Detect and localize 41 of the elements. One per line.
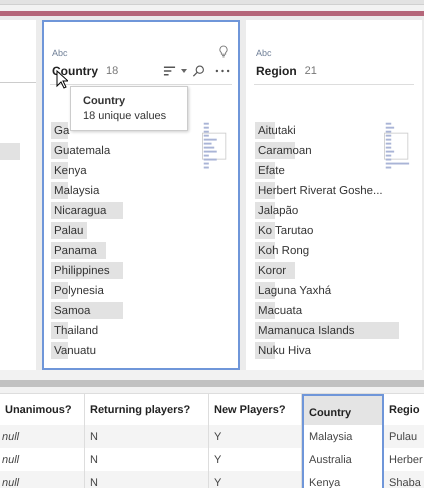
column-header[interactable]: Country (302, 394, 384, 425)
value-label[interactable]: Caramoan (255, 145, 312, 157)
value-bar (0, 143, 20, 160)
table-cell: Australia (302, 448, 384, 471)
value-label[interactable]: Macuata (255, 305, 302, 317)
field-count: 18 (106, 65, 118, 77)
value-label[interactable]: Koror (255, 265, 286, 277)
value-label[interactable]: Ko Tarutao (255, 225, 314, 237)
field-name: Country (52, 64, 98, 78)
type-label: Abc (52, 48, 68, 58)
table-cell: N (85, 471, 209, 488)
value-label[interactable]: Palau (51, 225, 84, 237)
table-cell: Shaba (384, 471, 424, 488)
value-label[interactable]: Laguna Yaxhá (255, 285, 332, 297)
tooltip-title: Country (83, 95, 126, 107)
value-label[interactable]: Nuku Hiva (255, 345, 312, 357)
more-icon[interactable] (215, 69, 230, 73)
search-icon[interactable] (192, 65, 205, 77)
value-label[interactable]: Thailand (51, 325, 98, 337)
value-label[interactable]: Jalapão (255, 205, 298, 217)
value-label[interactable]: Polynesia (51, 285, 104, 297)
value-label[interactable]: Kenya (51, 165, 87, 177)
value-label[interactable]: Efate (255, 165, 285, 177)
value-label[interactable]: Aitutaki (255, 125, 296, 137)
value-label[interactable]: Herbert Riverat Goshe... (255, 185, 383, 197)
caret-icon[interactable] (181, 69, 187, 73)
table-cell: Malaysia (302, 425, 384, 448)
tooltip-text: 18 unique values (83, 110, 168, 122)
sort-icon[interactable] (163, 65, 176, 77)
value-label[interactable]: Vanuatu (51, 345, 96, 357)
value-label[interactable]: Malaysia (51, 185, 100, 197)
type-label: Abc (256, 48, 272, 58)
value-label[interactable]: Koh Rong (255, 245, 310, 257)
table-cell: Kenya (302, 471, 384, 488)
value-label[interactable]: Samoa (51, 305, 90, 317)
lightbulb-icon[interactable] (219, 45, 228, 58)
table-cell: null (0, 471, 85, 488)
value-label[interactable]: Guatemala (51, 145, 110, 157)
field-count: 21 (304, 65, 317, 77)
value-label[interactable]: Ga (51, 125, 70, 137)
field-name: Region (256, 64, 297, 78)
